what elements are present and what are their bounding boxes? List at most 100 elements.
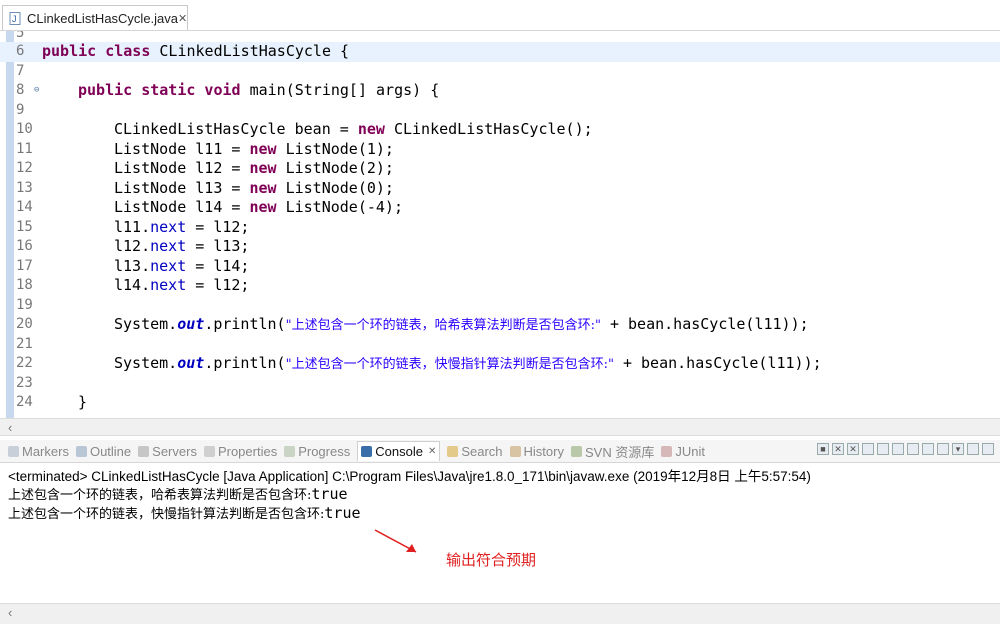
code-line: 14 ListNode l14 = new ListNode(-4);: [0, 198, 1000, 218]
maximize-icon[interactable]: [982, 443, 994, 455]
editor-tab-bar: J CLinkedListHasCycle.java ✕: [0, 0, 1000, 31]
progress-icon: [284, 445, 296, 457]
code-text: + bean.hasCycle(l11));: [613, 354, 822, 372]
code-text: CLinkedListHasCycle {: [150, 42, 350, 60]
clear-console-icon[interactable]: [862, 443, 874, 455]
code-text: ListNode(2);: [276, 159, 394, 177]
code-text: ListNode(1);: [276, 139, 394, 158]
tab-search[interactable]: Search: [447, 444, 503, 459]
code-editor[interactable]: 5 6 public class CLinkedListHasCycle { 7 …: [0, 31, 1000, 418]
string-literal: "上述包含一个环的链表，哈希表算法判断是否包含环:": [285, 318, 601, 333]
code-text: System.: [114, 315, 178, 333]
code-text: l11.: [114, 217, 151, 236]
line-number: 14: [16, 199, 33, 215]
servers-icon: [138, 445, 150, 457]
scroll-lock-icon[interactable]: [877, 443, 889, 455]
code-line: 8 ⊖ public static void main(String[] args)…: [0, 81, 1000, 101]
code-line: 9: [0, 101, 1000, 121]
line-number: 21: [16, 335, 33, 352]
junit-icon: [661, 445, 673, 457]
line-number: 6: [16, 43, 25, 59]
code-line: 18 l14.next = l12;: [0, 276, 1000, 296]
scroll-left-icon[interactable]: ‹: [8, 419, 12, 436]
search-icon: [447, 445, 459, 457]
views-tab-bar: Markers Outline Servers Properties Progr…: [0, 440, 1000, 463]
terminate-icon[interactable]: ■: [817, 443, 829, 455]
line-number: 20: [16, 316, 33, 332]
tab-markers[interactable]: Markers: [8, 444, 69, 459]
line-number: 16: [16, 238, 33, 254]
code-line: 15 l11.next = l12;: [0, 218, 1000, 238]
annotation-text: 输出符合预期: [446, 551, 537, 569]
editor-horizontal-scrollbar[interactable]: ‹: [0, 418, 1000, 436]
tab-svn-repository[interactable]: SVN 资源库: [570, 442, 654, 461]
properties-icon: [203, 445, 215, 457]
static-field: out: [177, 354, 205, 372]
console-horizontal-scrollbar[interactable]: ‹: [0, 603, 1000, 624]
close-icon[interactable]: ✕: [428, 446, 436, 457]
line-number: 17: [16, 257, 33, 274]
code-line: 19: [0, 296, 1000, 316]
tab-properties[interactable]: Properties: [203, 444, 277, 459]
remove-launch-icon[interactable]: ✕: [832, 443, 844, 455]
tab-outline[interactable]: Outline: [75, 444, 131, 459]
field-name: next: [150, 237, 187, 255]
code-text: + bean.hasCycle(l11));: [600, 315, 809, 333]
markers-icon: [8, 445, 19, 457]
code-line: 16 l12.next = l13;: [0, 237, 1000, 257]
code-line: 6 public class CLinkedListHasCycle {: [0, 42, 1000, 62]
editor-tab-label: CLinkedListHasCycle.java: [27, 10, 179, 26]
code-text: = l14;: [186, 256, 250, 275]
static-field: out: [177, 315, 205, 333]
keyword: new: [249, 198, 277, 216]
keyword: new: [357, 120, 385, 138]
line-number: 19: [16, 296, 33, 313]
keyword: public static void: [78, 81, 241, 99]
fold-toggle-icon[interactable]: ⊖: [34, 81, 39, 101]
code-text: l13.: [114, 256, 151, 275]
scroll-left-icon[interactable]: ‹: [8, 604, 12, 621]
code-line: 17 l13.next = l14;: [0, 257, 1000, 277]
line-number: 18: [16, 277, 33, 293]
console-output[interactable]: <terminated> CLinkedListHasCycle [Java A…: [0, 463, 1000, 603]
code-text: System.: [114, 354, 178, 372]
code-text: ListNode l12 =: [114, 159, 250, 177]
history-icon: [509, 445, 521, 457]
line-number: 15: [16, 218, 33, 235]
keyword: new: [249, 178, 277, 197]
console-header: <terminated> CLinkedListHasCycle [Java A…: [8, 469, 811, 484]
tab-history[interactable]: History: [509, 444, 564, 459]
code-line: 11 ListNode l11 = new ListNode(1);: [0, 140, 1000, 160]
line-number: 11: [16, 140, 33, 157]
console-line: 上述包含一个环的链表，快慢指针算法判断是否包含环:true: [8, 504, 361, 522]
tab-console[interactable]: Console ✕: [357, 441, 441, 461]
remove-all-icon[interactable]: ✕: [847, 443, 859, 455]
field-name: next: [150, 276, 187, 294]
keyword: new: [249, 139, 277, 158]
word-wrap-icon[interactable]: [892, 443, 904, 455]
view-menu-icon[interactable]: ▾: [952, 443, 964, 455]
code-text: CLinkedListHasCycle bean =: [114, 120, 358, 138]
open-console-icon[interactable]: [937, 443, 949, 455]
line-number: 10: [16, 121, 33, 137]
annotation-arrow-icon: [374, 529, 417, 553]
code-text: ListNode l13 =: [114, 178, 250, 197]
string-literal: "上述包含一个环的链表，快慢指针算法判断是否包含环:": [285, 357, 614, 372]
code-text: l14.: [114, 276, 151, 294]
close-icon[interactable]: ✕: [178, 12, 187, 25]
console-line: 上述包含一个环的链表，哈希表算法判断是否包含环:true: [8, 485, 348, 503]
minimize-icon[interactable]: [967, 443, 979, 455]
tab-junit[interactable]: JUnit: [661, 444, 705, 459]
tab-progress[interactable]: Progress: [284, 444, 350, 459]
show-console-icon[interactable]: [922, 443, 934, 455]
console-toolbar: ■ ✕ ✕ ▾: [817, 443, 994, 455]
code-text: main(String[] args) {: [240, 81, 440, 99]
editor-tab-java-file[interactable]: J CLinkedListHasCycle.java ✕: [2, 5, 188, 30]
pin-console-icon[interactable]: [907, 443, 919, 455]
line-number: 23: [16, 374, 33, 391]
outline-icon: [75, 445, 87, 457]
code-line: 13 ListNode l13 = new ListNode(0);: [0, 179, 1000, 199]
code-text: = l13;: [186, 237, 250, 255]
tab-servers[interactable]: Servers: [138, 444, 197, 459]
keyword: new: [249, 159, 277, 177]
